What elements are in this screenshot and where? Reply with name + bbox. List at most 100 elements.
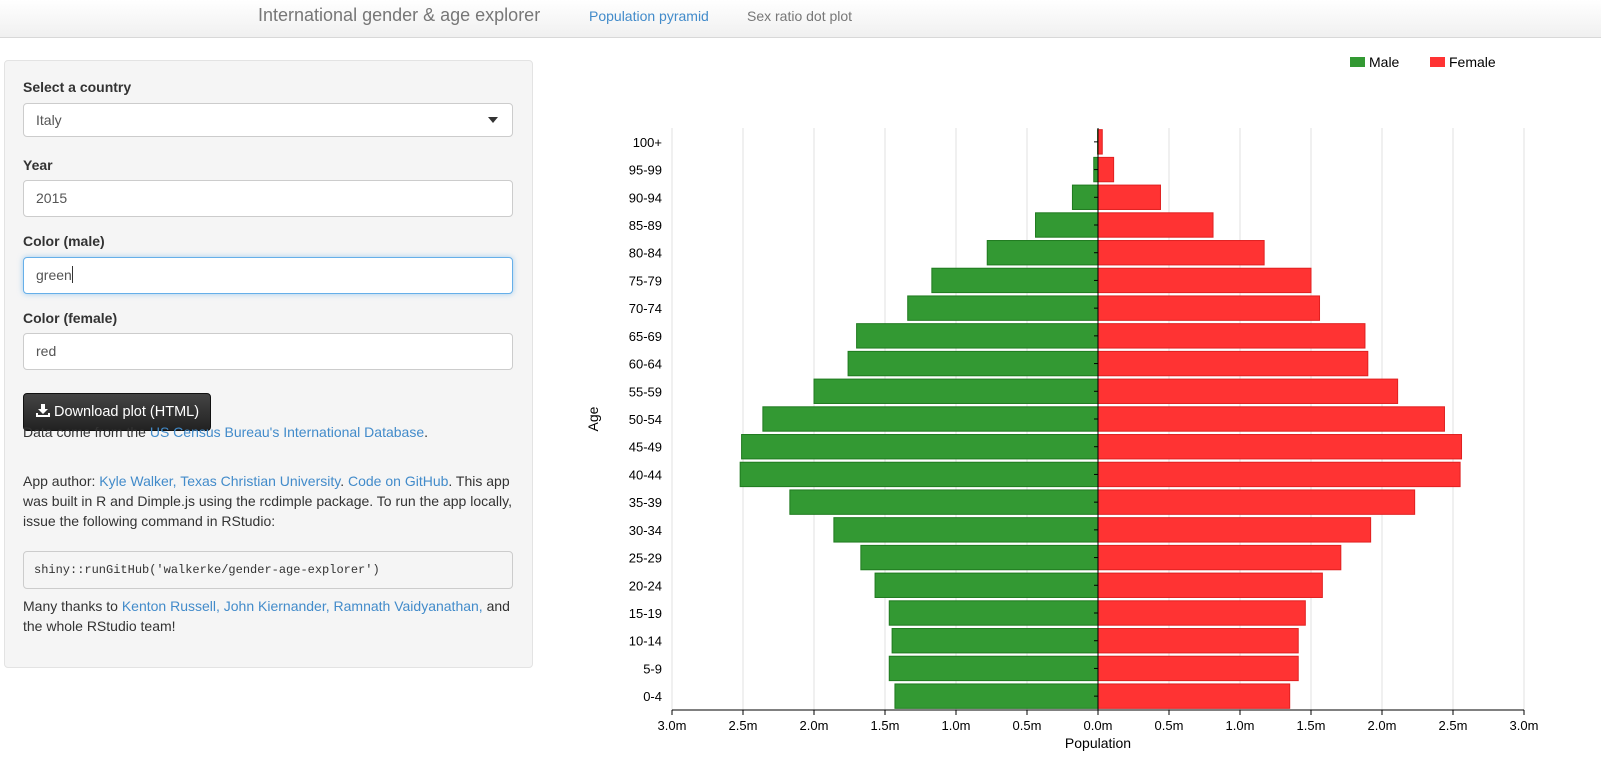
female-bar <box>1097 295 1321 321</box>
y-tick-label: 40-44 <box>629 467 662 482</box>
y-tick-label: 85-89 <box>629 218 662 233</box>
navbar: International gender & age explorer Popu… <box>0 0 1601 38</box>
male-bar <box>1035 212 1099 238</box>
y-tick-label: 0-4 <box>643 689 662 704</box>
y-tick-label: 100+ <box>633 135 662 150</box>
x-tick-label: 1.0m <box>942 718 971 733</box>
male-bar <box>874 572 1099 598</box>
male-bar <box>813 378 1099 404</box>
x-tick-label: 1.0m <box>1226 718 1255 733</box>
y-tick-label: 35-39 <box>629 495 662 510</box>
y-tick-label: 45-49 <box>629 440 662 455</box>
x-tick-label: 1.5m <box>871 718 900 733</box>
country-selected-value: Italy <box>36 112 62 128</box>
country-label: Select a country <box>23 79 132 95</box>
female-bar <box>1097 406 1445 432</box>
year-value: 2015 <box>36 190 68 206</box>
male-bar <box>847 350 1099 377</box>
male-bar <box>907 295 1099 321</box>
y-tick-label: 10-14 <box>629 634 662 649</box>
female-bar <box>1097 544 1342 571</box>
legend: Male Female <box>1350 54 1496 70</box>
female-bar <box>1097 323 1366 349</box>
y-tick-label: 80-84 <box>629 246 662 261</box>
y-tick-label: 60-64 <box>629 357 662 372</box>
female-bar <box>1097 212 1214 238</box>
male-bar <box>891 628 1099 654</box>
y-tick-label: 75-79 <box>629 273 662 288</box>
year-label: Year <box>23 157 53 173</box>
y-tick-label: 15-19 <box>629 606 662 621</box>
year-input[interactable]: 2015 <box>23 180 513 217</box>
y-tick-label: 20-24 <box>629 578 662 593</box>
x-tick-label: 3.0m <box>658 718 687 733</box>
female-color-input[interactable]: red <box>23 333 513 370</box>
female-bar <box>1097 572 1323 598</box>
y-tick-label: 95-99 <box>629 163 662 178</box>
female-bar <box>1097 267 1312 294</box>
legend-female-label: Female <box>1449 54 1496 70</box>
census-link[interactable]: US Census Bureau's International Databas… <box>150 424 424 440</box>
male-bar <box>888 655 1099 682</box>
male-color-value: green <box>36 267 72 283</box>
x-tick-label: 0.0m <box>1084 718 1113 733</box>
country-select[interactable]: Italy <box>23 103 513 137</box>
female-bar <box>1097 240 1265 266</box>
chevron-down-icon <box>488 117 498 123</box>
y-axis-title: Age <box>585 406 601 431</box>
female-bar <box>1097 517 1372 543</box>
y-tick-label: 90-94 <box>629 190 662 205</box>
thanks-text: Many thanks to Kenton Russell, John Kier… <box>23 596 513 636</box>
male-bar <box>856 323 1099 349</box>
male-bar <box>833 517 1099 543</box>
author-link[interactable]: Kyle Walker, Texas Christian University <box>99 473 340 489</box>
population-pyramid-chart: 3.0m 2.5m 2.0m 1.5m 1.0m 0.5m 0.0m 0.5m 1.0m 1.5m… <box>585 54 1539 751</box>
github-link[interactable]: Code on GitHub <box>348 473 448 489</box>
y-tick-label: 5-9 <box>643 661 662 676</box>
female-bar <box>1097 683 1291 709</box>
female-bar <box>1097 129 1103 155</box>
male-bar <box>888 600 1099 626</box>
legend-male-swatch <box>1350 57 1365 67</box>
male-bar <box>789 489 1099 515</box>
female-color-value: red <box>36 343 57 359</box>
bars <box>739 129 1463 709</box>
thanks-link[interactable]: Kenton Russell, John Kiernander, Ramnath… <box>122 598 483 614</box>
female-bar <box>1097 461 1461 488</box>
x-tick-label: 2.5m <box>1439 718 1468 733</box>
female-color-label: Color (female) <box>23 310 118 326</box>
male-bar <box>931 267 1099 294</box>
data-source-prefix: Data come from the <box>23 424 150 440</box>
female-bar <box>1097 184 1161 210</box>
female-bar <box>1097 434 1463 460</box>
female-bar <box>1097 600 1306 626</box>
app-title: International gender & age explorer <box>258 5 541 25</box>
y-tick-label: 50-54 <box>629 412 662 427</box>
x-axis-title: Population <box>1065 735 1131 751</box>
male-bar <box>762 406 1099 432</box>
male-bar <box>986 240 1099 266</box>
x-tick-label: 2.0m <box>800 718 829 733</box>
code-block: shiny::runGitHub('walkerke/gender-age-ex… <box>23 551 513 589</box>
y-tick-label: 25-29 <box>629 551 662 566</box>
data-source-suffix: . <box>424 424 428 440</box>
author-prefix: App author: <box>23 473 100 489</box>
y-tick-label: 30-34 <box>629 523 662 538</box>
legend-male-label: Male <box>1369 54 1400 70</box>
x-tick-label: 3.0m <box>1510 718 1539 733</box>
tab-population-pyramid[interactable]: Population pyramid <box>589 7 709 25</box>
text-cursor <box>71 266 73 283</box>
male-color-input[interactable]: green <box>23 257 513 294</box>
download-plot-label: Download plot (HTML) <box>54 404 200 420</box>
legend-female-swatch <box>1430 57 1445 67</box>
x-tick-label: 2.5m <box>729 718 758 733</box>
y-tick-label: 55-59 <box>629 384 662 399</box>
thanks-prefix: Many thanks to <box>23 598 122 614</box>
male-bar <box>894 683 1099 709</box>
male-color-label: Color (male) <box>23 233 105 249</box>
data-source-text: Data come from the US Census Bureau's In… <box>23 422 513 442</box>
tab-sex-ratio-dot-plot[interactable]: Sex ratio dot plot <box>747 7 852 25</box>
x-tick-label: 2.0m <box>1368 718 1397 733</box>
sidebar-panel: Select a country Italy Year 2015 Color (… <box>4 60 533 668</box>
male-bar <box>860 544 1099 571</box>
